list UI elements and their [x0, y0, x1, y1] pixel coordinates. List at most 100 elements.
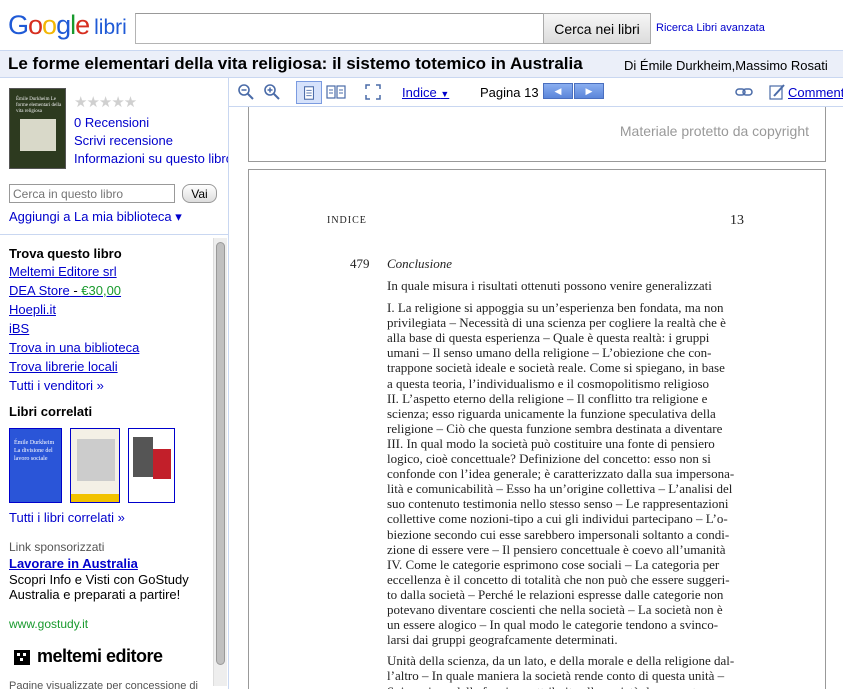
page-text-line: Unità della scienza, da un lato, e della…	[387, 653, 735, 669]
single-page-view-button[interactable]	[296, 81, 322, 104]
index-label: Indice	[402, 85, 437, 100]
index-dropdown[interactable]: Indice ▼	[402, 85, 449, 100]
book-search-input[interactable]	[9, 184, 175, 203]
related-book-1[interactable]: Émile Durkheim La divisione del lavoro s…	[9, 428, 62, 503]
page-text-line: trappone società ideale e società reale.…	[387, 360, 725, 376]
sidebar: Émile Durkheim Le forme elementari della…	[0, 78, 229, 689]
previous-page-button[interactable]: ◀	[543, 83, 573, 99]
page-text-line: IV. Come le categorie esprimono cose soc…	[387, 556, 720, 572]
entry-title: Conclusione	[387, 256, 452, 271]
vendor-link-ibs[interactable]: iBS	[9, 321, 29, 336]
pages-footnote: Pagine visualizzate per concessione di	[9, 680, 198, 689]
book-info-link[interactable]: Informazioni su questo libro	[74, 151, 228, 166]
single-page-icon	[304, 86, 314, 100]
add-to-library-link[interactable]: Aggiungi a La mia biblioteca ▾	[9, 209, 182, 225]
previous-page-sheet: Materiale protetto da copyright	[248, 107, 826, 162]
page-text-line: un essere alogico – In qual modo le cate…	[387, 617, 719, 633]
page-text-line: III. In qual modo la società può costitu…	[387, 435, 715, 451]
related-book-2-band	[71, 494, 119, 502]
vendor-separator: -	[69, 283, 82, 298]
page-text-line: a questa teoria, l’individualismo e il c…	[387, 375, 710, 391]
related-books-title: Libri correlati	[9, 404, 93, 419]
page-text-line: II. L’aspetto eterno della religione – I…	[387, 390, 708, 406]
page-text-line: confonde con l’idea generale; è caratter…	[387, 466, 735, 482]
find-book-title: Trova questo libro	[9, 246, 122, 261]
comment-link[interactable]: Comment	[788, 85, 843, 100]
sidebar-scroll-thumb[interactable]	[216, 242, 225, 665]
two-page-view-icon[interactable]	[326, 83, 346, 101]
fullscreen-icon[interactable]	[364, 83, 382, 101]
find-library-link[interactable]: Trova in una biblioteca	[9, 340, 139, 355]
book-search-go-button[interactable]: Vai	[182, 184, 217, 203]
google-books-logo[interactable]: Google libri	[8, 10, 127, 41]
page-text-line: suo contenuto testimonia nello stesso se…	[387, 496, 729, 512]
page-text-line: scienza; esso riguarda unicamente la fun…	[387, 405, 716, 421]
sponsor-ad-text: Scopri Info e Visti con GoStudy Australi…	[9, 572, 189, 602]
cover-image	[20, 119, 56, 151]
vendor-price: €30,00	[81, 283, 122, 298]
related-book-2-image	[77, 439, 115, 481]
all-related-link[interactable]: Tutti i libri correlati »	[9, 510, 125, 525]
zoom-in-icon[interactable]	[263, 83, 281, 101]
book-title-bar: Le forme elementari della vita religiosa…	[0, 50, 843, 78]
page-text-line: biezione secondo cui esse sarebbero impe…	[387, 526, 730, 542]
write-review-link[interactable]: Scrivi recensione	[74, 133, 173, 148]
book-title: Le forme elementari della vita religiosa…	[8, 54, 583, 73]
copyright-notice: Materiale protetto da copyright	[619, 123, 809, 139]
chevron-right-icon: ▶	[585, 86, 593, 96]
running-head: INDICE	[327, 215, 367, 226]
logo-suffix: libri	[94, 16, 127, 39]
search-input[interactable]	[135, 13, 544, 44]
cover-text: Émile Durkheim Le forme elementari della…	[16, 97, 62, 114]
page-text-line: umani – Il senso umano della religione –…	[387, 345, 712, 361]
sponsor-ad-url[interactable]: www.gostudy.it	[9, 617, 88, 631]
book-page: INDICE 13 479 Conclusione In quale misur…	[248, 169, 826, 689]
sidebar-divider	[0, 234, 228, 235]
zoom-out-icon[interactable]	[237, 83, 255, 101]
page-text-line: collettive come nozioni-tipo a cui gli i…	[387, 511, 728, 527]
next-page-button[interactable]: ▶	[574, 83, 604, 99]
page-text-line: larsi dai gruppi geografcamente determin…	[387, 632, 618, 648]
authors-names: Émile Durkheim,Massimo Rosati	[639, 58, 828, 73]
vendor-link-meltemi[interactable]: Meltemi Editore srl	[9, 264, 117, 279]
page-text-line: Spiegazione della funzione attribuita al…	[387, 684, 745, 689]
page-text-line: religione – Ciò che questa funzione semb…	[387, 420, 723, 436]
header: Google libri Cerca nei libri Ricerca Libr…	[0, 0, 843, 50]
comment-icon[interactable]	[768, 83, 786, 101]
entry-page-number: 479	[350, 256, 370, 271]
publisher-mark-icon	[14, 650, 30, 666]
search-books-button[interactable]: Cerca nei libri	[543, 13, 651, 44]
page-text-line: eccellenza è il concetto di totalità che…	[387, 571, 730, 587]
find-bookstores-link[interactable]: Trova librerie locali	[9, 359, 118, 374]
publisher-logo[interactable]: meltemi editore	[12, 646, 163, 668]
page-text-line: In quale misura i risultati ottenuti pos…	[387, 278, 712, 293]
book-cover[interactable]: Émile Durkheim Le forme elementari della…	[9, 88, 66, 169]
all-vendors-link[interactable]: Tutti i venditori »	[9, 378, 104, 393]
book-authors: Di Émile Durkheim,Massimo Rosati	[624, 58, 828, 73]
advanced-search-link[interactable]: Ricerca Libri avanzata	[656, 22, 765, 34]
related-book-3-band	[153, 449, 171, 479]
page-text-line: alla base di questa esperienza – Quale è…	[387, 330, 710, 346]
page-text-line: l’altro – In quale maniera la società re…	[387, 668, 725, 684]
related-book-3[interactable]	[128, 428, 175, 503]
rating-stars-icon: ★★★★★	[74, 94, 137, 111]
chevron-left-icon: ◀	[554, 86, 562, 96]
page-text-line: potevano diventare coscienti che nella s…	[387, 602, 723, 617]
related-book-3-image	[133, 437, 153, 477]
viewer-toolbar: Indice ▼ Pagina 13 ◀ ▶ Comment	[229, 78, 843, 107]
page-text-line: zione di essere vere – Il pensiero conce…	[387, 541, 726, 557]
reviews-link[interactable]: 0 Recensioni	[74, 115, 149, 130]
sponsor-ad-link[interactable]: Lavorare in Australia	[9, 556, 138, 571]
vendor-link-hoepli[interactable]: Hoepli.it	[9, 302, 56, 317]
page-number: 13	[730, 213, 744, 228]
vendor-link-deastore[interactable]: DEA Store	[9, 283, 70, 298]
related-book-2[interactable]	[70, 428, 120, 503]
sidebar-scrollbar[interactable]	[213, 238, 227, 686]
book-viewer[interactable]: Materiale protetto da copyright INDICE 1…	[229, 107, 843, 689]
sponsored-label: Link sponsorizzati	[9, 540, 105, 554]
page-text-line: privilegiata – Necessità di una scienza …	[387, 315, 726, 331]
related-book-1-text: Émile Durkheim La divisione del lavoro s…	[14, 440, 55, 462]
page-text-line: lità e comunicabilità – Esso ha un’origi…	[387, 481, 733, 497]
link-icon[interactable]	[735, 83, 753, 101]
page-text-line: to dalla società – Perché le relazioni e…	[387, 586, 724, 602]
